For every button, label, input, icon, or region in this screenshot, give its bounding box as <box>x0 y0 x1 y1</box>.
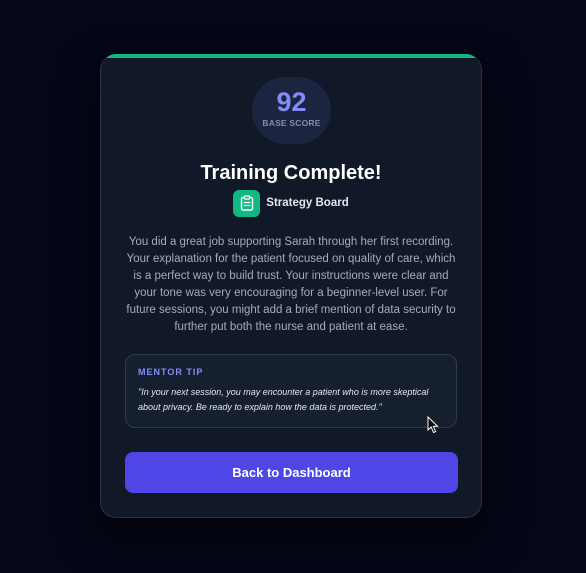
score-badge: 92 BASE SCORE <box>252 77 331 144</box>
score-label: BASE SCORE <box>262 118 321 128</box>
mentor-tip-box: MENTOR TIP "In your next session, you ma… <box>125 354 457 428</box>
page-title: Training Complete! <box>200 162 382 184</box>
score-value: 92 <box>276 87 307 117</box>
feedback-text: You did a great job supporting Sarah thr… <box>126 236 456 333</box>
mentor-tip-heading: MENTOR TIP <box>138 367 204 377</box>
mentor-tip-text: "In your next session, you may encounter… <box>138 387 429 412</box>
board-label: Strategy Board <box>266 197 349 209</box>
board-indicator: Strategy Board <box>101 189 481 217</box>
mouse-cursor-icon <box>427 416 439 434</box>
training-result-card: 92 BASE SCORE Training Complete! Strateg… <box>100 54 482 518</box>
back-to-dashboard-button[interactable]: Back to Dashboard <box>125 452 458 493</box>
clipboard-icon <box>233 189 261 217</box>
card-accent-bar <box>101 54 481 58</box>
